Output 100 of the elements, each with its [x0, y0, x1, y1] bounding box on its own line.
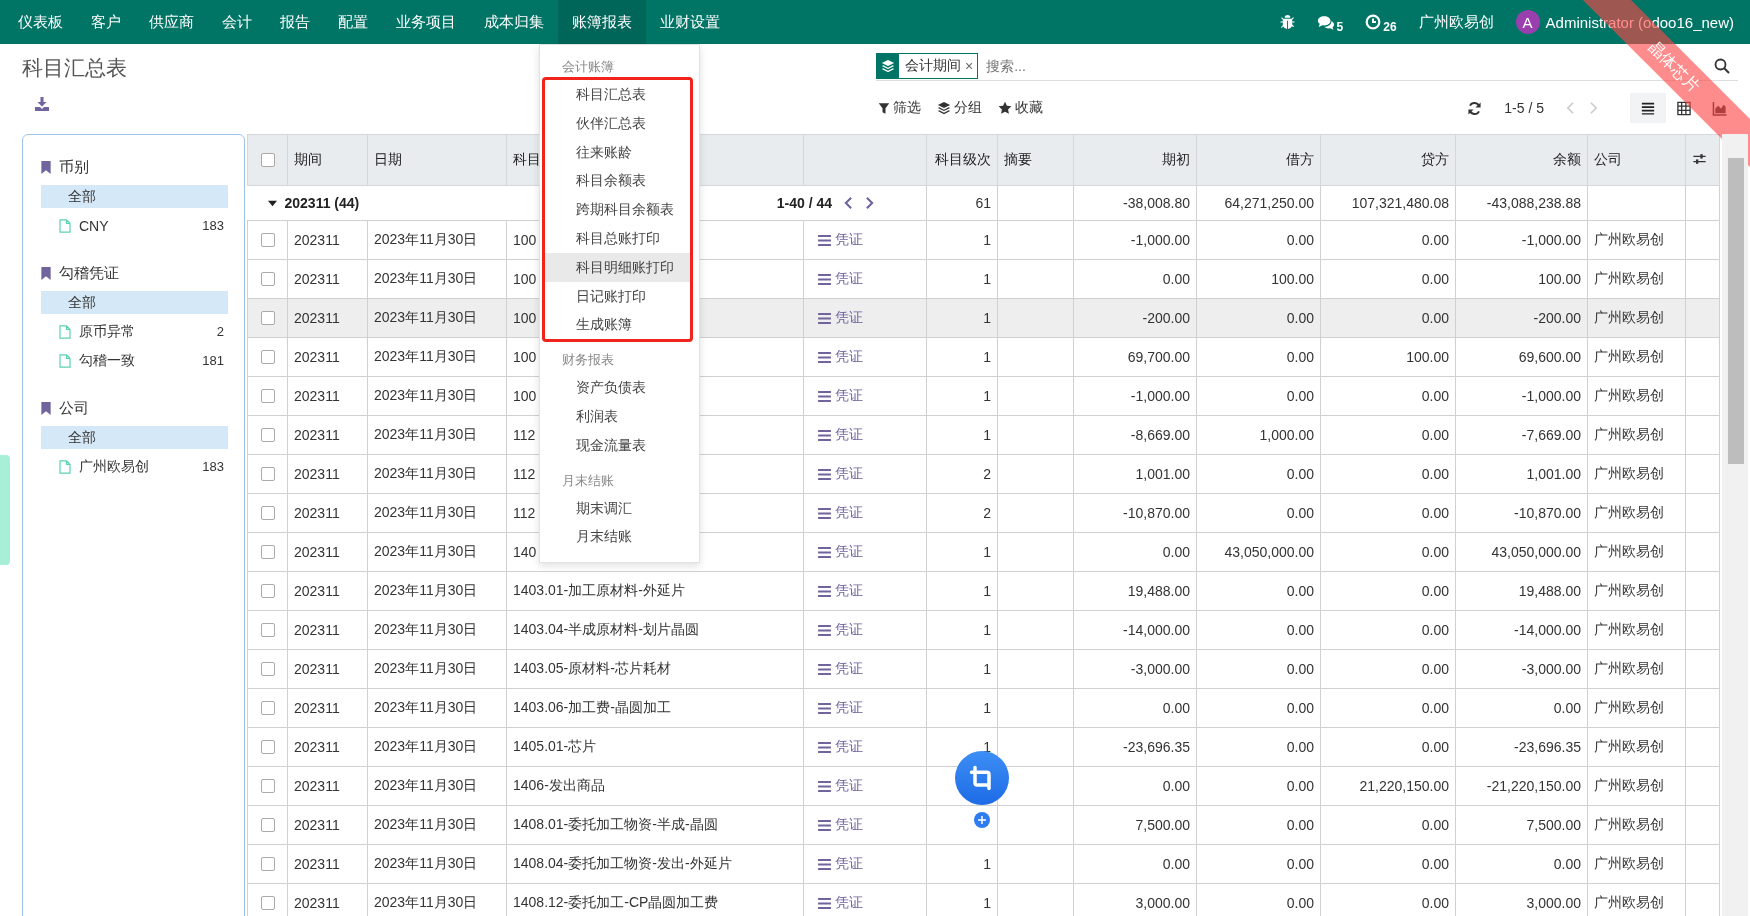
menu-section-title: 会计账簿: [561, 58, 615, 76]
filter-label: 全部: [67, 293, 96, 312]
table-cell: 2023年11月30日: [367, 688, 507, 728]
table-cell: 21,220,150.00: [1320, 766, 1456, 806]
table-cell: 0.00: [1196, 493, 1321, 533]
facet-label: 会计期间: [904, 57, 962, 75]
table-cell: 1: [926, 337, 998, 377]
table-cell: 广州欧易创: [1587, 220, 1686, 260]
table-cell: 202311: [287, 610, 368, 650]
table-cell: 202311: [287, 844, 368, 884]
table-cell: 202311: [287, 454, 368, 494]
table-cell: 0.00: [1320, 610, 1456, 650]
table-cell: 202311: [287, 688, 368, 728]
section-title: 公司: [59, 398, 89, 418]
section-title: 币别: [59, 157, 89, 177]
table-cell: -38,008.80: [1073, 185, 1197, 221]
table-cell: 广州欧易创: [1587, 532, 1686, 572]
activity-count: 26: [1383, 19, 1397, 34]
table-cell: -14,000.00: [1073, 610, 1197, 650]
table-cell: -8,669.00: [1073, 415, 1197, 455]
table-cell: 0.00: [1320, 454, 1456, 494]
table-cell: 64,271,250.00: [1196, 185, 1321, 221]
table-cell: 0.00: [1196, 337, 1321, 377]
table-cell: 100.00: [1320, 337, 1456, 377]
table-cell: 2023年11月30日: [367, 259, 507, 299]
table-cell: 1406-发出商品: [506, 766, 804, 806]
table-cell: 0.00: [1196, 220, 1321, 260]
table-cell: -7,669.00: [1455, 415, 1588, 455]
table-cell: 202311: [287, 298, 368, 338]
group-label: 202311 (44): [284, 195, 360, 211]
table-cell: 1: [926, 259, 998, 299]
filter-count: 2: [216, 324, 225, 339]
table-cell: -1,000.00: [1455, 376, 1588, 416]
table-cell: -1,000.00: [1455, 220, 1588, 260]
table-cell: 1403.01-加工原材料-外延片: [506, 571, 804, 611]
table-cell: 2023年11月30日: [367, 376, 507, 416]
table-cell: -10,870.00: [1073, 493, 1197, 533]
table-cell: 0.00: [1320, 259, 1456, 299]
table-cell: 202311: [287, 727, 368, 767]
table-cell: 0.00: [1320, 532, 1456, 572]
filter-label: 广州欧易创: [79, 457, 149, 476]
table-cell: 0.00: [1196, 805, 1321, 845]
table-cell: 广州欧易创: [1587, 805, 1686, 845]
table-cell: 202311: [287, 805, 368, 845]
table-cell: 0.00: [1196, 844, 1321, 884]
filter-label: CNY: [79, 217, 109, 234]
table-cell: 0.00: [1320, 571, 1456, 611]
table-cell: 202311: [287, 571, 368, 611]
table-cell: 1: [926, 688, 998, 728]
table-cell: 202311: [287, 532, 368, 572]
table-cell: 0.00: [1320, 727, 1456, 767]
table-cell: 广州欧易创: [1587, 844, 1686, 884]
table-cell: 广州欧易创: [1587, 571, 1686, 611]
table-cell: 1: [926, 571, 998, 611]
table-cell: 0.00: [1196, 376, 1321, 416]
table-cell: 0.00: [1196, 571, 1321, 611]
table-cell: 0.00: [1196, 688, 1321, 728]
table-cell: 0.00: [1073, 688, 1197, 728]
table-cell: 202311: [287, 415, 368, 455]
table-cell: 0.00: [1196, 649, 1321, 689]
table-cell: 0.00: [1320, 649, 1456, 689]
table-cell: 广州欧易创: [1587, 649, 1686, 689]
table-cell: 1408.04-委托加工物资-发出-外延片: [506, 844, 804, 884]
table-cell: 1: [926, 649, 998, 689]
table-cell: 202311: [287, 259, 368, 299]
table-cell: 1,000.00: [1196, 415, 1321, 455]
table-cell: -43,088,238.88: [1455, 185, 1588, 221]
table-cell: 2023年11月30日: [367, 649, 507, 689]
table-cell: 107,321,480.08: [1320, 185, 1456, 221]
table-cell: 广州欧易创: [1587, 454, 1686, 494]
table-cell: 202311: [287, 376, 368, 416]
table-cell: 0.00: [1073, 766, 1197, 806]
table-cell: 2023年11月30日: [367, 727, 507, 767]
table-cell: -200.00: [1073, 298, 1197, 338]
table-cell: 1,001.00: [1073, 454, 1197, 494]
table-cell: -200.00: [1455, 298, 1588, 338]
table-cell: 0.00: [1196, 610, 1321, 650]
table-cell: -10,870.00: [1455, 493, 1588, 533]
table-cell: 2: [926, 454, 998, 494]
table-cell: 广州欧易创: [1587, 337, 1686, 377]
table-cell: 1403.05-原材料-芯片耗材: [506, 649, 804, 689]
table-cell: 1,001.00: [1455, 454, 1588, 494]
menu-section-title: 财务报表: [561, 351, 615, 370]
table-cell: 2023年11月30日: [367, 532, 507, 572]
table-cell: 202311: [287, 766, 368, 806]
table-cell: 2023年11月30日: [367, 298, 507, 338]
table-cell: 0.00: [1320, 298, 1456, 338]
filter-count: 181: [202, 353, 225, 368]
table-cell: 1: [926, 220, 998, 260]
table-cell: 1: [926, 610, 998, 650]
table-cell: 19,488.00: [1073, 571, 1197, 611]
table-cell: 1: [926, 415, 998, 455]
table-cell: -23,696.35: [1455, 727, 1588, 767]
table-cell: 广州欧易创: [1587, 415, 1686, 455]
table-cell: 0.00: [1320, 688, 1456, 728]
filter-label: 全部: [67, 428, 96, 447]
table-cell: 0.00: [1320, 493, 1456, 533]
table-cell: 广州欧易创: [1587, 610, 1686, 650]
menu-section-title: 月末结账: [561, 471, 615, 490]
table-cell: -1,000.00: [1073, 220, 1197, 260]
